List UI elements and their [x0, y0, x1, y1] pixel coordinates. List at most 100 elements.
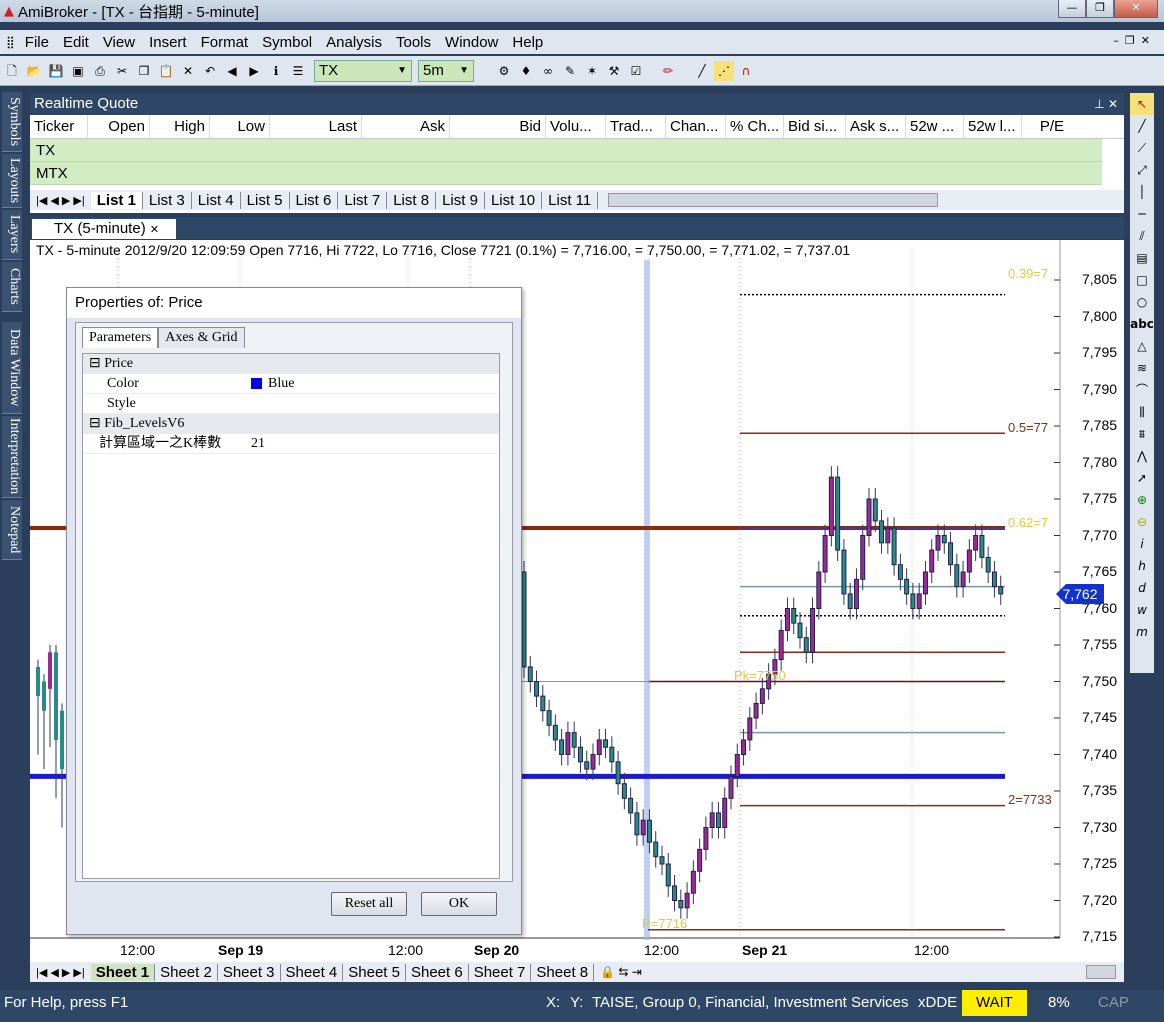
menu-insert[interactable]: Insert: [149, 34, 187, 51]
ok-button[interactable]: OK: [421, 892, 497, 916]
paste-icon[interactable]: 📋: [156, 61, 176, 81]
lock-icon[interactable]: 🔒 ⇆ ⇥: [594, 965, 648, 979]
dock-tab-layers[interactable]: Layers: [2, 210, 22, 260]
undo-icon[interactable]: ↶: [200, 61, 220, 81]
check-icon[interactable]: ☑: [626, 61, 646, 81]
open-icon[interactable]: 📂: [24, 61, 44, 81]
collapse-icon[interactable]: ⊟: [89, 416, 101, 431]
ray-icon[interactable]: ⟋: [1130, 137, 1154, 159]
col-ask-size[interactable]: Ask s...: [846, 115, 906, 138]
triangle-icon[interactable]: △: [1130, 335, 1154, 357]
zoom-out-icon[interactable]: ⊖: [1130, 511, 1154, 533]
tab-sheet-4[interactable]: Sheet 4: [281, 963, 344, 981]
cycles-icon[interactable]: ⫼: [1130, 401, 1154, 423]
zoom-in-icon[interactable]: ⊕: [1130, 489, 1154, 511]
save-icon[interactable]: 💾: [46, 61, 66, 81]
save-all-icon[interactable]: ▣: [68, 61, 88, 81]
tab-nav-icon[interactable]: |◀ ◀ ▶ ▶|: [30, 194, 91, 207]
zigzag-icon[interactable]: ⋀: [1130, 445, 1154, 467]
col-ask[interactable]: Ask: [362, 115, 450, 138]
reset-all-button[interactable]: Reset all: [331, 892, 407, 916]
close-icon[interactable]: ✕: [150, 224, 159, 236]
menu-view[interactable]: View: [103, 34, 135, 51]
menu-analysis[interactable]: Analysis: [326, 34, 382, 51]
col-bid[interactable]: Bid: [450, 115, 546, 138]
section-fib[interactable]: ⊟ Fib_LevelsV6: [83, 414, 499, 434]
gear-icon[interactable]: ⚙: [494, 61, 514, 81]
dock-tab-interpretation[interactable]: Interpretation: [2, 416, 22, 498]
trendline-icon[interactable]: ╱: [1130, 115, 1154, 137]
col-52w-low[interactable]: 52w l...: [964, 115, 1022, 138]
tab-list-9[interactable]: List 9: [436, 191, 485, 209]
menu-format[interactable]: Format: [201, 34, 249, 51]
symbol-combo[interactable]: TX ▼: [314, 59, 412, 82]
pointer-icon[interactable]: ↖: [1130, 93, 1154, 115]
tab-sheet-6[interactable]: Sheet 6: [406, 963, 469, 981]
interval-d-icon[interactable]: d: [1130, 577, 1154, 599]
col-pct-change[interactable]: % Ch...: [726, 115, 784, 138]
chart-scrollbar[interactable]: [1086, 965, 1116, 979]
menu-symbol[interactable]: Symbol: [262, 34, 312, 51]
info-icon[interactable]: ℹ: [266, 61, 286, 81]
dock-tab-layouts[interactable]: Layouts: [2, 154, 22, 208]
col-last[interactable]: Last: [270, 115, 362, 138]
param-row[interactable]: 計算區域一之K棒數 21: [83, 434, 499, 454]
heart-icon[interactable]: ♦: [516, 61, 536, 81]
col-high[interactable]: High: [150, 115, 210, 138]
dock-tab-data-window[interactable]: Data Window: [2, 322, 22, 414]
col-ticker[interactable]: Ticker: [30, 115, 88, 138]
col-low[interactable]: Low: [210, 115, 270, 138]
param-row[interactable]: Style: [83, 394, 499, 414]
section-price[interactable]: ⊟ Price: [83, 354, 499, 374]
hatch-icon[interactable]: ▤: [1130, 247, 1154, 269]
col-bid-size[interactable]: Bid si...: [784, 115, 846, 138]
print-icon[interactable]: ⎙: [90, 61, 110, 81]
text-icon[interactable]: abc: [1130, 313, 1154, 335]
dock-tab-symbols[interactable]: Symbols: [2, 92, 22, 152]
quote-row[interactable]: MTX: [30, 162, 1102, 185]
pencil-icon[interactable]: ╱: [692, 61, 712, 81]
tab-list-7[interactable]: List 7: [338, 191, 388, 209]
rectangle-icon[interactable]: □: [1130, 269, 1154, 291]
col-52w-high[interactable]: 52w ...: [906, 115, 964, 138]
horizontal-scrollbar[interactable]: [608, 193, 939, 207]
arrow-icon[interactable]: ➚: [1130, 467, 1154, 489]
properties-icon[interactable]: ☰: [288, 61, 308, 81]
chart-tab[interactable]: TX (5-minute) ✕: [32, 219, 176, 239]
fib-icon[interactable]: ⩩: [1130, 423, 1154, 445]
tab-sheet-1[interactable]: Sheet 1: [90, 963, 156, 981]
quote-row[interactable]: TX: [30, 139, 1102, 162]
pin-close-icon[interactable]: ⊥ ✕: [1094, 93, 1124, 115]
ellipse-icon[interactable]: ○: [1130, 291, 1154, 313]
menu-help[interactable]: Help: [512, 34, 543, 51]
minimize-button[interactable]: —: [1058, 0, 1086, 18]
tab-list-4[interactable]: List 4: [192, 191, 241, 209]
back-icon[interactable]: ◀: [222, 61, 242, 81]
sheet-nav-icon[interactable]: |◀ ◀ ▶ ▶|: [30, 966, 91, 979]
tab-sheet-3[interactable]: Sheet 3: [218, 963, 281, 981]
collapse-icon[interactable]: ⊟: [89, 356, 101, 371]
glasses-icon[interactable]: ∞: [538, 61, 558, 81]
note-icon[interactable]: ✎: [560, 61, 580, 81]
col-pe[interactable]: P/E: [1022, 115, 1068, 138]
delete-icon[interactable]: ✕: [178, 61, 198, 81]
tab-axes-grid[interactable]: Axes & Grid: [158, 327, 245, 348]
horizontal-line-icon[interactable]: ─: [1130, 203, 1154, 225]
extended-line-icon[interactable]: ⤢: [1130, 159, 1154, 181]
interval-h-icon[interactable]: h: [1130, 555, 1154, 577]
forward-icon[interactable]: ▶: [244, 61, 264, 81]
tools-icon[interactable]: ⚒: [604, 61, 624, 81]
col-open[interactable]: Open: [88, 115, 150, 138]
col-change[interactable]: Chan...: [666, 115, 726, 138]
tab-list-8[interactable]: List 8: [387, 191, 437, 209]
dock-tab-notepad[interactable]: Notepad: [2, 500, 22, 560]
new-icon[interactable]: 🗋: [2, 61, 22, 81]
vertical-line-icon[interactable]: │: [1130, 181, 1154, 203]
tab-list-5[interactable]: List 5: [241, 191, 290, 209]
param-row[interactable]: Color Blue: [83, 374, 499, 394]
dock-tab-charts[interactable]: Charts: [2, 262, 22, 312]
tab-list-1[interactable]: List 1: [90, 191, 143, 209]
tab-list-10[interactable]: List 10: [485, 191, 543, 209]
interval-combo[interactable]: 5m ▼: [418, 59, 474, 82]
dotted-line-icon[interactable]: ⋰: [714, 60, 734, 81]
